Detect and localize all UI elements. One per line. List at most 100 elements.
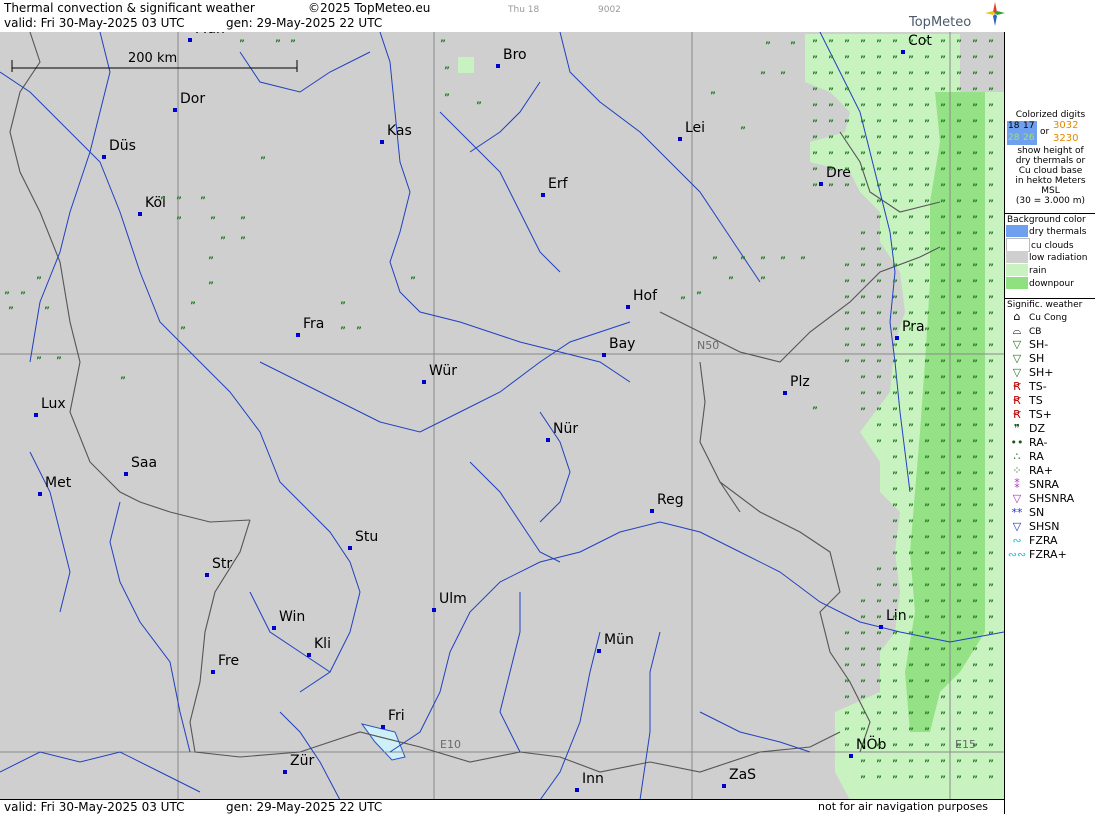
drizzle-mark: ” xyxy=(940,727,946,737)
drizzle-mark: ” xyxy=(844,119,850,129)
bg-label: downpour xyxy=(1029,278,1074,289)
drizzle-mark: ” xyxy=(892,759,898,769)
sig-label: SHSNRA xyxy=(1029,492,1075,505)
drizzle-mark: ” xyxy=(940,39,946,49)
drizzle-mark: ” xyxy=(876,631,882,641)
drizzle-mark: ” xyxy=(908,359,914,369)
drizzle-mark: ” xyxy=(940,599,946,609)
drizzle-mark: ” xyxy=(972,679,978,689)
drizzle-mark: ” xyxy=(972,759,978,769)
drizzle-mark: ” xyxy=(860,55,866,65)
drizzle-mark: ” xyxy=(908,407,914,417)
drizzle-mark: ” xyxy=(972,471,978,481)
drizzle-mark: ” xyxy=(940,711,946,721)
drizzle-mark: ” xyxy=(860,87,866,97)
legend-background: Background color dry thermals cu clouds lo… xyxy=(1005,215,1095,290)
drizzle-mark: ” xyxy=(940,647,946,657)
sig-label: SNRA xyxy=(1029,478,1059,491)
city-label-reg: Reg xyxy=(657,492,684,508)
drizzle-mark: ” xyxy=(876,695,882,705)
city-label-erf: Erf xyxy=(548,176,568,192)
city-dot-dre xyxy=(819,182,823,186)
drizzle-mark: ” xyxy=(972,87,978,97)
sig-label: SHSN xyxy=(1029,520,1060,533)
map-footer: valid: Fri 30-May-2025 03 UTC gen: 29-Ma… xyxy=(0,799,1004,815)
drizzle-mark: ” xyxy=(860,231,866,241)
sig-item-ra-: ⁘ RA+ xyxy=(1005,464,1095,478)
drizzle-mark: ” xyxy=(924,55,930,65)
drizzle-mark: ” xyxy=(844,39,850,49)
drizzle-mark: ” xyxy=(972,247,978,257)
sig-item-ts-: Ꞧ TS+ xyxy=(1005,408,1095,422)
drizzle-mark: ” xyxy=(876,727,882,737)
drizzle-mark: ” xyxy=(988,215,994,225)
drizzle-mark: ” xyxy=(988,647,994,657)
sig-label: DZ xyxy=(1029,422,1046,435)
drizzle-mark: ” xyxy=(908,87,914,97)
drizzle-mark: ” xyxy=(972,343,978,353)
drizzle-mark: ” xyxy=(812,55,818,65)
drizzle-mark: ” xyxy=(728,276,734,286)
drizzle-mark: ” xyxy=(988,599,994,609)
drizzle-mark: ” xyxy=(940,103,946,113)
bg-swatch xyxy=(1006,238,1030,252)
drizzle-mark: ” xyxy=(956,407,962,417)
drizzle-mark: ” xyxy=(892,439,898,449)
drizzle-mark: ” xyxy=(844,727,850,737)
drizzle-mark: ” xyxy=(176,216,182,226)
drizzle-mark: ” xyxy=(876,343,882,353)
drizzle-mark: ” xyxy=(972,119,978,129)
drizzle-mark: ” xyxy=(860,407,866,417)
rain-icon: ∴ xyxy=(1013,450,1021,463)
city-dot-bro xyxy=(496,64,500,68)
legend-divider xyxy=(1005,213,1095,214)
drizzle-mark: ” xyxy=(988,631,994,641)
drizzle-mark: ” xyxy=(908,759,914,769)
drizzle-mark: ” xyxy=(908,151,914,161)
drizzle-mark: ” xyxy=(892,583,898,593)
drizzle-mark: ” xyxy=(4,291,10,301)
drizzle-mark: ” xyxy=(940,71,946,81)
drizzle-mark: ” xyxy=(876,39,882,49)
cu-cong-icon: ⌂ xyxy=(1013,310,1021,323)
drizzle-mark: ” xyxy=(924,311,930,321)
drizzle-mark: ” xyxy=(940,471,946,481)
colorized-desc-line: (30 = 3.000 m) xyxy=(1015,196,1086,206)
drizzle-mark: ” xyxy=(860,247,866,257)
digits-swatch: 18 17 28 26 xyxy=(1007,121,1037,145)
drizzle-mark: ” xyxy=(876,775,882,785)
drizzle-mark: ” xyxy=(240,236,246,246)
drizzle-mark: ” xyxy=(956,327,962,337)
legend-colorized: Colorized digits 18 17 28 26 or 3032 323… xyxy=(1005,110,1095,206)
footer-valid: valid: Fri 30-May-2025 03 UTC xyxy=(4,800,185,814)
sig-label: RA xyxy=(1029,450,1044,463)
sig-item-sh-: ▽ SH+ xyxy=(1005,366,1095,380)
sig-label: SN xyxy=(1029,506,1045,519)
drizzle-mark: ” xyxy=(210,216,216,226)
drizzle-mark: ” xyxy=(908,167,914,177)
drizzle-mark: ” xyxy=(988,135,994,145)
drizzle-mark: ” xyxy=(924,487,930,497)
drizzle-mark: ” xyxy=(956,567,962,577)
drizzle-mark: ” xyxy=(988,295,994,305)
drizzle-mark: ” xyxy=(860,39,866,49)
city-dot-str xyxy=(205,573,209,577)
sig-item-dz: ❞ DZ xyxy=(1005,422,1095,436)
drizzle-mark: ” xyxy=(892,151,898,161)
drizzle-mark: ” xyxy=(876,135,882,145)
drizzle-mark: ” xyxy=(988,39,994,49)
sig-label: FZRA+ xyxy=(1029,548,1067,561)
drizzle-mark: ” xyxy=(940,247,946,257)
weather-map[interactable]: 200 km N50 E10 E15 MünBroCotDorKasLeiDüs… xyxy=(0,32,1004,800)
drizzle-mark: ” xyxy=(892,263,898,273)
drizzle-mark: ” xyxy=(940,311,946,321)
drizzle-mark: ” xyxy=(908,647,914,657)
drizzle-mark: ” xyxy=(988,455,994,465)
drizzle-mark: ” xyxy=(988,487,994,497)
drizzle-mark: ” xyxy=(892,567,898,577)
drizzle-mark: ” xyxy=(876,759,882,769)
drizzle-mark: ” xyxy=(860,263,866,273)
drizzle-mark: ” xyxy=(924,535,930,545)
drizzle-mark: ” xyxy=(924,663,930,673)
colorized-desc-line: in hekto Meters xyxy=(1015,176,1086,186)
